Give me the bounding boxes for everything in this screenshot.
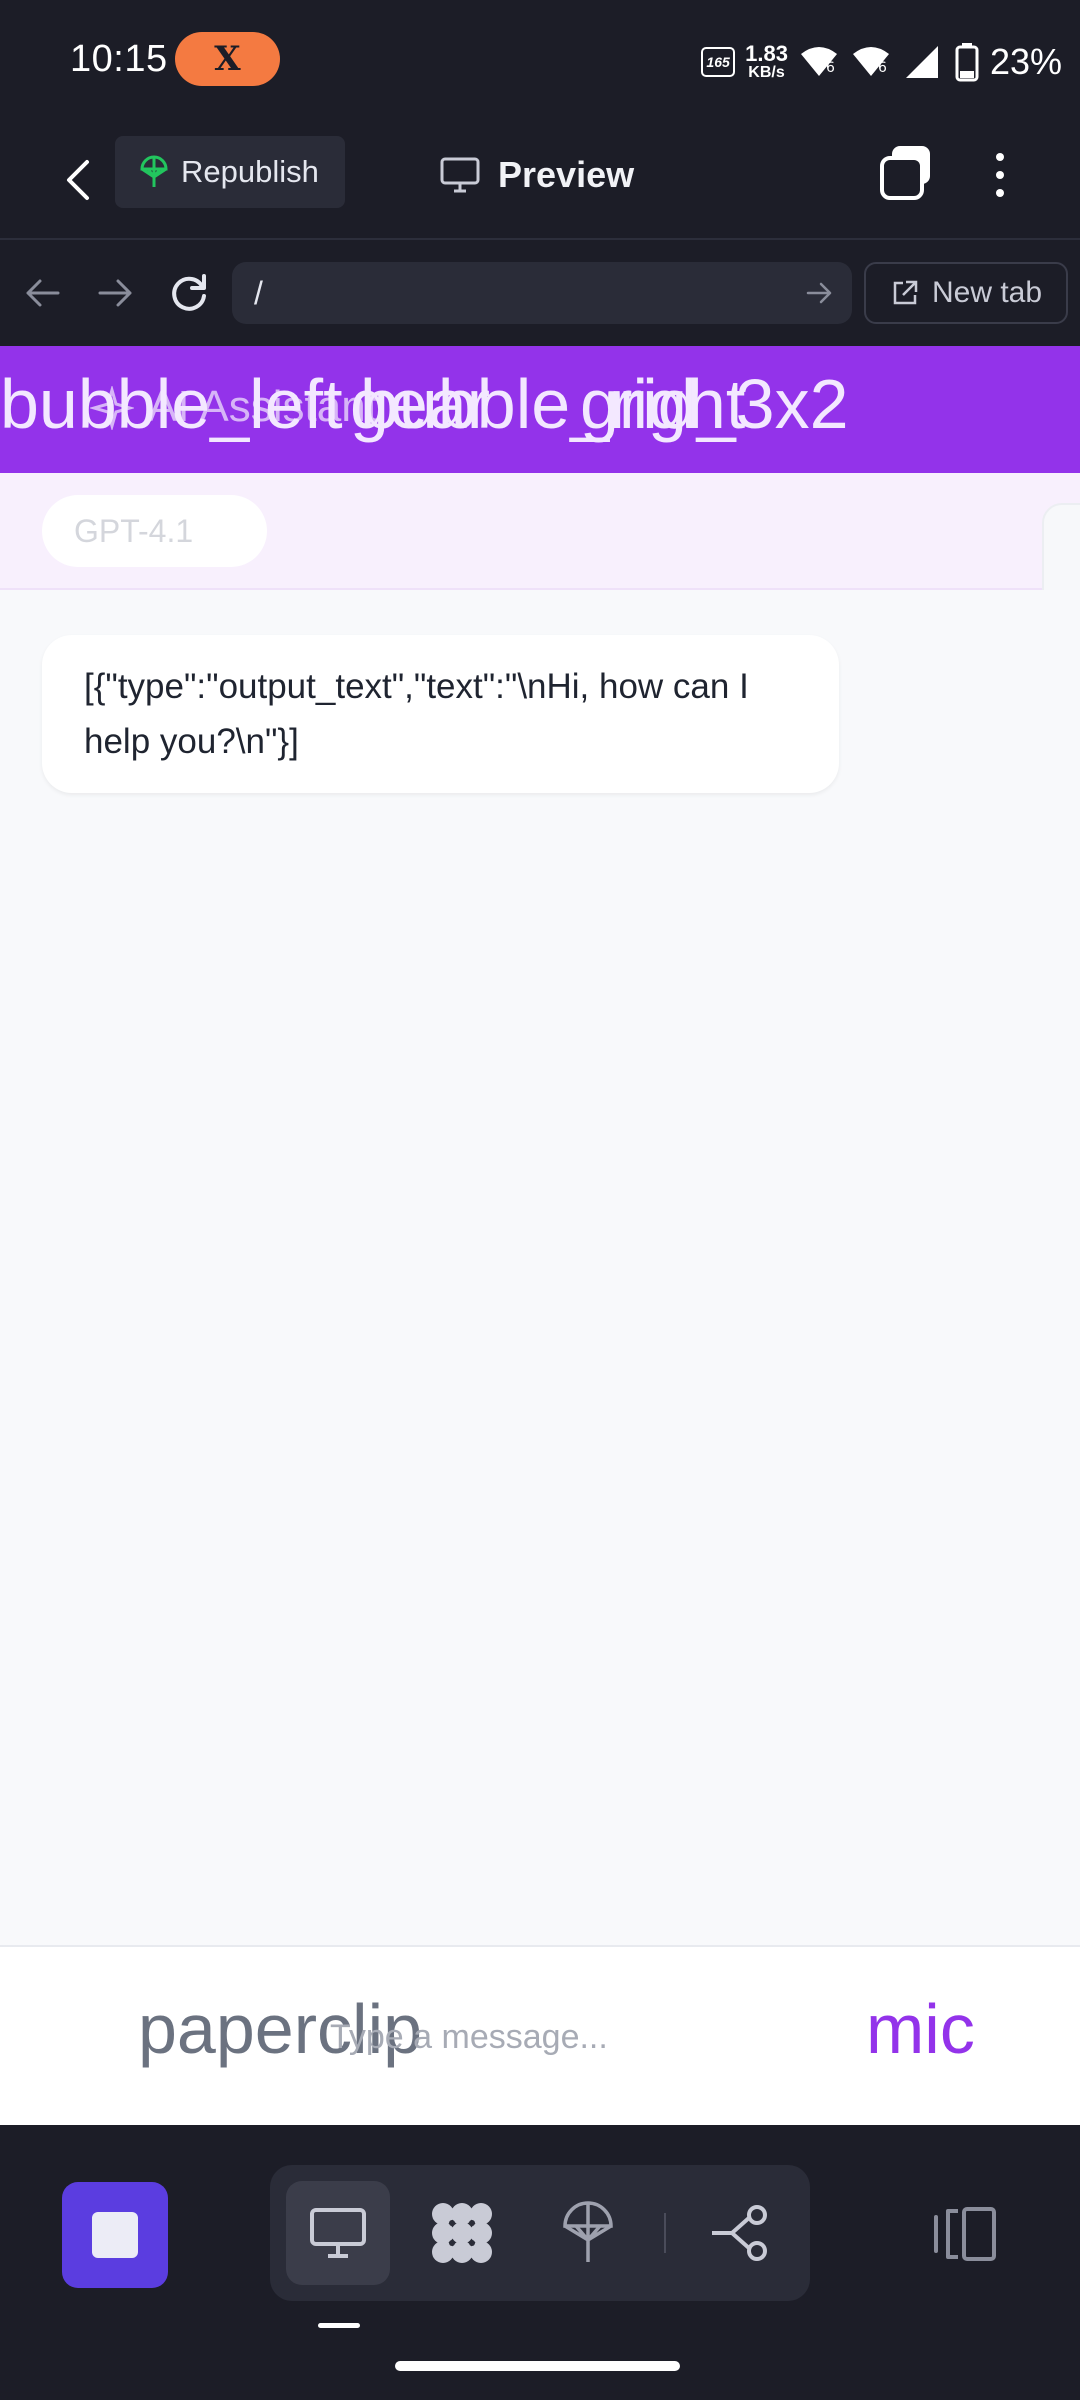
dot-icon <box>996 189 1004 197</box>
svg-text:6: 6 <box>826 60 835 76</box>
refresh-rate-badge: 165 <box>701 47 736 77</box>
monitor-icon <box>310 2208 366 2258</box>
url-field[interactable]: / <box>232 262 852 324</box>
message-input-bar: paperclip mic <box>0 1945 1080 2125</box>
publish-icon <box>563 2201 613 2262</box>
back-button[interactable] <box>48 150 108 210</box>
republish-label: Republish <box>181 154 319 189</box>
tab-preview[interactable] <box>286 2181 390 2285</box>
app-toolbar: Republish Preview <box>0 120 1080 240</box>
grid-blob-icon <box>432 2203 492 2263</box>
panel-toggle-icon[interactable] <box>930 2199 1000 2269</box>
grid-icon-text[interactable]: grid_3x2 <box>580 362 849 446</box>
tab-workflow[interactable] <box>688 2181 792 2285</box>
windows-switch-icon[interactable] <box>878 142 934 202</box>
stop-icon <box>92 2212 138 2258</box>
x-icon: X <box>214 39 241 79</box>
dot-icon <box>996 171 1004 179</box>
dot-icon <box>996 153 1004 161</box>
battery-icon <box>955 43 979 82</box>
bubble-left-icon-text: bubble_left <box>0 365 343 443</box>
assistant-header: AI Assistant bubble_left gear bubble_rig… <box>0 346 1080 473</box>
home-indicator[interactable] <box>395 2361 680 2371</box>
tab-publish[interactable] <box>536 2181 640 2285</box>
workflow-icon <box>712 2205 767 2261</box>
svg-text:6: 6 <box>878 60 887 76</box>
battery-percent: 23% <box>989 41 1062 82</box>
active-tab-indicator <box>318 2323 360 2328</box>
dock-divider <box>664 2213 666 2253</box>
chat-area: [{"type":"output_text","text":"\nHi, how… <box>0 590 1080 1945</box>
url-text: / <box>254 274 263 311</box>
preview-label: Preview <box>498 154 635 195</box>
assistant-message: [{"type":"output_text","text":"\nHi, how… <box>42 635 839 793</box>
wifi-signal-icon-2: 6 <box>852 47 889 76</box>
status-bar: 10:15 X 165 1.83 KB/s 6 6 23% <box>0 0 1080 120</box>
preview-button[interactable]: Preview <box>440 142 634 208</box>
external-link-icon <box>893 280 918 305</box>
app-root: 10:15 X 165 1.83 KB/s 6 6 23% Republish … <box>0 0 1080 2400</box>
bottom-dock <box>0 2125 1080 2400</box>
x-app-badge: X <box>175 32 280 86</box>
net-speed-unit: KB/s <box>748 64 785 81</box>
model-row: GPT-4.1 <box>0 473 1080 633</box>
chevron-left-icon <box>67 160 89 200</box>
monitor-icon <box>440 157 480 193</box>
model-name: GPT-4.1 <box>74 512 194 549</box>
new-tab-button[interactable]: New tab <box>864 262 1068 324</box>
dock-tab-group <box>270 2165 810 2301</box>
mic-icon[interactable]: mic <box>866 1987 975 2071</box>
model-selector[interactable]: GPT-4.1 <box>42 495 267 567</box>
arrow-forward-icon[interactable] <box>92 270 138 316</box>
status-indicators: 165 1.83 KB/s 6 6 23% <box>701 36 1062 88</box>
arrow-go-icon[interactable] <box>804 278 834 308</box>
net-speed-value: 1.83 <box>745 41 788 66</box>
stop-button[interactable] <box>62 2182 168 2288</box>
cell-signal-icon <box>905 46 938 78</box>
wifi-signal-icon: 6 <box>800 47 837 76</box>
republish-button[interactable]: Republish <box>115 136 345 208</box>
publish-icon <box>140 155 168 187</box>
assistant-message-text: [{"type":"output_text","text":"\nHi, how… <box>84 667 749 761</box>
tab-components[interactable] <box>410 2181 514 2285</box>
reload-icon[interactable] <box>166 270 212 316</box>
status-time: 10:15 <box>70 38 168 80</box>
more-options-button[interactable] <box>976 142 1024 208</box>
browser-bar: / New tab <box>0 240 1080 346</box>
arrow-back-icon[interactable] <box>20 270 66 316</box>
net-speed: 1.83 KB/s <box>745 43 788 81</box>
message-input[interactable] <box>330 2002 810 2072</box>
new-tab-label: New tab <box>931 276 1043 309</box>
